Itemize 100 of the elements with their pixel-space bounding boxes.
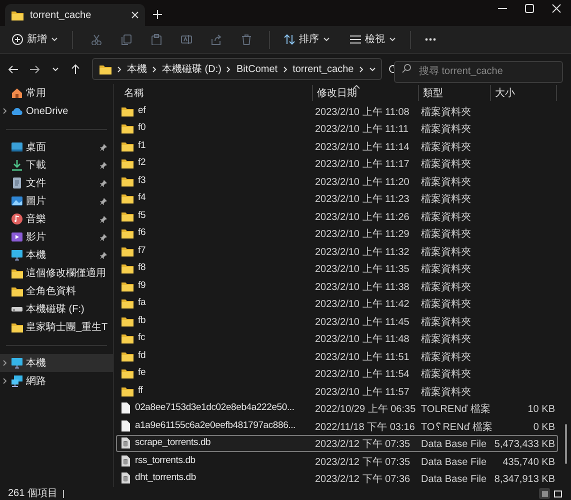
date-cell: 2023/2/12 下午 07:36 [315, 474, 410, 486]
sidebar-item[interactable]: 下載 [0, 156, 113, 174]
tiles-view-button[interactable] [552, 488, 563, 499]
file-row[interactable]: f1 2023/2/10 上午 11:14 檔案資料夾 [116, 137, 558, 154]
folder-icon [11, 285, 23, 297]
sidebar-item[interactable]: 音樂 [0, 210, 113, 228]
scrollbar-thumb[interactable] [565, 424, 567, 464]
sidebar-item[interactable]: 本機 [0, 246, 113, 264]
download-arrow-icon [11, 159, 23, 171]
breadcrumb-item[interactable]: 本機 [127, 62, 147, 76]
file-row[interactable]: f3 2023/2/10 上午 11:20 檔案資料夾 [116, 172, 558, 190]
file-row[interactable]: rss_torrents.db 2023/2/12 下午 07:35 Data Base File 435,740 KB [116, 452, 558, 470]
file-row[interactable]: fe 2023/2/10 上午 11:54 檔案資料夾 [116, 364, 558, 382]
sidebar-item[interactable]: 全角色資料 [0, 282, 113, 300]
column-header[interactable]: 類型 [418, 85, 490, 101]
folder-icon [121, 157, 134, 170]
sidebar-item[interactable]: 網路 [0, 372, 113, 390]
sidebar-item[interactable]: 桌面 [0, 138, 113, 156]
file-row[interactable]: f7 2023/2/10 上午 11:32 檔案資料夾 [116, 242, 558, 260]
sidebar-item[interactable]: 圖片 [0, 192, 113, 210]
file-row[interactable]: f4 2023/2/10 上午 11:23 檔案資料夾 [116, 190, 558, 207]
expand-chevron-icon[interactable] [3, 360, 7, 366]
sidebar-item[interactable]: 本機磁碟 (F:) [0, 300, 113, 318]
close-icon[interactable] [552, 4, 561, 13]
type-cell: 檔案資料夾 [421, 106, 471, 118]
folder-icon [11, 9, 24, 21]
file-row[interactable]: f5 2023/2/10 上午 11:26 檔案資料夾 [116, 207, 558, 224]
sidebar-item[interactable]: 影片 [0, 228, 113, 246]
back-arrow-icon[interactable] [8, 64, 18, 74]
file-row[interactable]: f6 2023/2/10 上午 11:29 檔案資料夾 [116, 224, 558, 242]
expand-chevron-icon[interactable] [3, 378, 7, 384]
sidebar-item[interactable]: 這個修改欄僅適用 [0, 264, 113, 282]
up-arrow-icon[interactable] [71, 64, 80, 74]
chevron-down-icon [389, 37, 396, 42]
recent-chevron-icon[interactable] [52, 66, 59, 72]
monitor-icon [11, 249, 23, 261]
forward-arrow-icon[interactable] [30, 64, 40, 74]
file-row[interactable]: ef 2023/2/10 上午 11:08 檔案資料夾 [116, 102, 558, 120]
new-tab-icon[interactable] [153, 10, 162, 19]
type-cell: 檔案資料夾 [421, 124, 471, 136]
type-cell: Data Base File [421, 439, 487, 450]
file-row[interactable]: 02a8ee7153d3e1dc02e8eb4a222e50... 2022/10/29 上午 06:35 TOLRENď 檔案 10 KB [116, 400, 558, 417]
folder-icon [121, 332, 134, 344]
type-cell: 檔案資料夾 [421, 246, 471, 258]
sort-arrows-icon [284, 34, 295, 45]
file-row[interactable]: dht_torrents.db 2023/2/12 下午 07:36 Data Base File 8,347,913 KB [116, 470, 558, 487]
sidebar-item[interactable]: 常用 [0, 84, 113, 102]
folder-icon [11, 267, 23, 279]
file-row[interactable]: a1a9e61155c6a2e0eefb481797ac886... 2022/11/18 下午 03:16 TO␦RENď 檔案 0 KB [116, 417, 558, 434]
item-count: 261 個項目 [8, 488, 58, 500]
file-row[interactable]: fa 2023/2/10 上午 11:42 檔案資料夾 [116, 294, 558, 312]
breadcrumb-item[interactable]: BitComet [236, 62, 278, 76]
date-cell: 2023/2/12 下午 07:35 [315, 439, 410, 450]
search-field[interactable]: 搜尋 torrent_cache [394, 60, 563, 82]
view-button[interactable]: 檢視 [346, 28, 400, 50]
sidebar-item[interactable]: OneDrive [0, 102, 113, 120]
file-row[interactable]: fd 2023/2/10 上午 11:51 檔案資料夾 [116, 347, 558, 364]
size-cell: 435,740 KB [502, 456, 555, 468]
folder-icon [121, 367, 134, 380]
file-name: f7 [138, 244, 146, 258]
sidebar-item[interactable]: 本機 [0, 354, 113, 372]
folder-icon [121, 314, 134, 327]
file-name: fc [138, 331, 145, 346]
date-cell: 2023/2/10 上午 11:20 [315, 176, 410, 188]
file-row[interactable]: f0 2023/2/10 上午 11:11 檔案資料夾 [116, 120, 558, 137]
file-row[interactable]: scrape_torrents.db 2023/2/12 下午 07:35 Data Base File 5,473,433 KB [116, 434, 558, 452]
date-cell: 2023/2/10 上午 11:32 [315, 246, 410, 258]
breadcrumb-item[interactable]: 本機磁碟 (D:) [162, 62, 222, 76]
column-header[interactable]: 大小 [490, 85, 556, 101]
details-view-button[interactable] [539, 488, 550, 499]
column-header[interactable]: 修改日期 [312, 85, 418, 101]
close-icon[interactable] [131, 11, 139, 19]
expand-chevron-icon[interactable] [3, 108, 7, 114]
file-row[interactable]: f9 2023/2/10 上午 11:38 檔案資料夾 [116, 277, 558, 294]
breadcrumb-item[interactable]: torrent_cache [292, 62, 354, 76]
video-icon [11, 231, 23, 243]
file-name: f9 [138, 278, 146, 293]
file-row[interactable]: ff 2023/2/10 上午 11:57 檔案資料夾 [116, 382, 558, 400]
database-file-icon [121, 472, 131, 484]
new-button[interactable]: 新增 [8, 28, 62, 50]
sidebar-item[interactable]: 皇家騎士團_重生T [0, 318, 113, 336]
tab[interactable]: torrent_cache [5, 4, 145, 26]
maximize-icon[interactable] [525, 4, 534, 13]
history-chevron-icon[interactable] [368, 66, 376, 72]
sort-button[interactable]: 排序 [280, 28, 334, 50]
chevron-down-icon [323, 37, 330, 42]
file-row[interactable]: f8 2023/2/10 上午 11:35 檔案資料夾 [116, 260, 558, 277]
sidebar-item[interactable]: 文件 [0, 174, 113, 192]
file-icon [121, 420, 131, 432]
more-icon[interactable] [425, 38, 436, 41]
breadcrumb-chevron-icon [117, 66, 122, 72]
column-header[interactable]: 名稱 [116, 85, 312, 101]
file-row[interactable]: fc 2023/2/10 上午 11:48 檔案資料夾 [116, 330, 558, 347]
file-name: rss_torrents.db [135, 454, 196, 468]
folder-icon [121, 174, 134, 187]
file-row[interactable]: fb 2023/2/10 上午 11:45 檔案資料夾 [116, 312, 558, 330]
file-row[interactable]: f2 2023/2/10 上午 11:17 檔案資料夾 [116, 154, 558, 172]
file-name: f1 [138, 138, 146, 153]
date-cell: 2023/2/10 上午 11:08 [315, 106, 410, 118]
type-cell: Data Base File [421, 456, 487, 468]
